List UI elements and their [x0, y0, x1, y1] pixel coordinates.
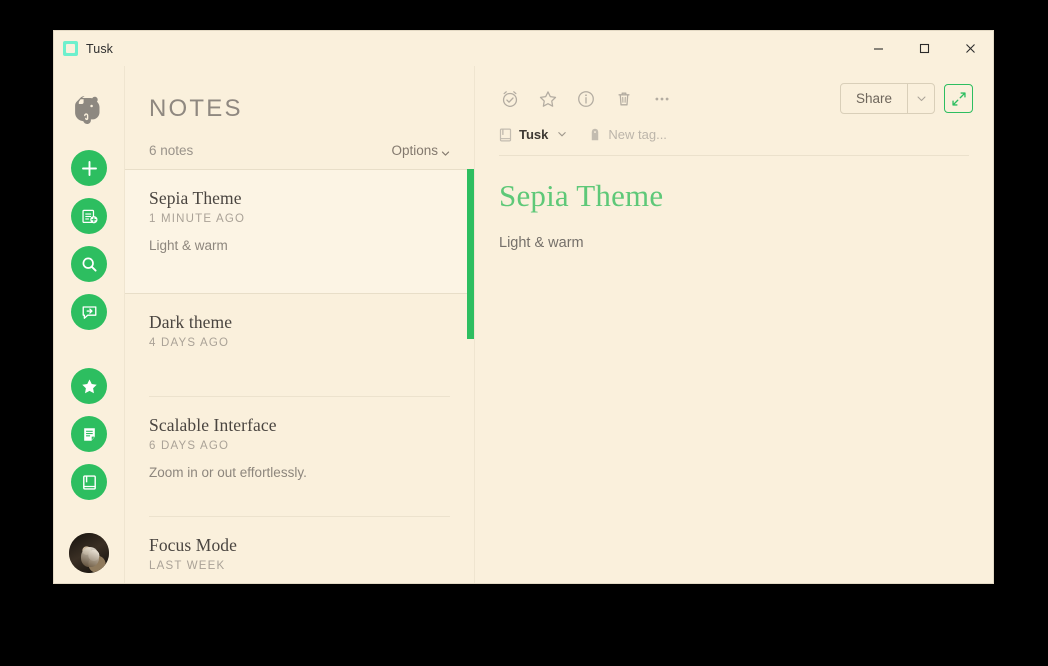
reminder-icon[interactable] [499, 88, 521, 110]
window-controls [855, 31, 993, 66]
options-button[interactable]: Options [391, 143, 450, 158]
notes-button[interactable] [71, 416, 107, 452]
note-item-title: Sepia Theme [149, 188, 242, 208]
note-content[interactable]: Sepia Theme Light & warm [475, 156, 993, 583]
list-item[interactable]: Dark theme 4 DAYS AGO [125, 294, 474, 396]
share-button[interactable]: Share [841, 84, 907, 113]
editor-tool-icons [499, 88, 673, 110]
note-item-date: 4 DAYS AGO [149, 337, 230, 349]
rail-primary-actions [71, 150, 107, 330]
list-item[interactable]: Sepia Theme 1 MINUTE AGO Light & warm [125, 169, 474, 294]
note-item-snippet: Zoom in or out effortlessly. [149, 465, 307, 480]
share-control-group: Share [839, 83, 935, 114]
new-notebook-button[interactable] [71, 198, 107, 234]
title-bar: Tusk [54, 31, 993, 66]
share-shortcut-button[interactable] [71, 294, 107, 330]
app-title: Tusk [86, 41, 114, 56]
maximize-button[interactable] [901, 31, 947, 66]
expand-arrows-icon [951, 91, 966, 106]
info-icon[interactable] [575, 88, 597, 110]
list-item[interactable]: Focus Mode LAST WEEK [125, 517, 474, 583]
trash-icon[interactable] [613, 88, 635, 110]
avatar-image [69, 533, 109, 573]
options-label: Options [391, 143, 438, 158]
note-item-date: LAST WEEK [149, 560, 226, 572]
note-list-header: NOTES 6 notes Options [125, 66, 474, 169]
note-item-date: 1 MINUTE AGO [149, 213, 246, 225]
evernote-elephant-logo [72, 93, 106, 127]
list-item[interactable]: Scalable Interface 6 DAYS AGO Zoom in or… [125, 397, 474, 516]
search-button[interactable] [71, 246, 107, 282]
tag-icon [589, 128, 601, 142]
tag-placeholder: New tag... [608, 127, 667, 142]
tag-input[interactable]: New tag... [589, 127, 667, 142]
notebook-name: Tusk [519, 127, 549, 142]
list-scrollbar-thumb[interactable] [467, 169, 474, 339]
close-button[interactable] [947, 31, 993, 66]
rail-navigation [71, 368, 107, 500]
minimize-button[interactable] [855, 31, 901, 66]
note-editor-panel: Share Tusk New tag... Sepia Theme Light … [475, 66, 993, 583]
title-bar-left: Tusk [63, 41, 113, 56]
star-icon[interactable] [537, 88, 559, 110]
note-count: 6 notes [149, 143, 194, 158]
notebooks-button[interactable] [71, 464, 107, 500]
note-list-scroll: Sepia Theme 1 MINUTE AGO Light & warm Da… [125, 169, 474, 583]
note-item-snippet: Light & warm [149, 238, 228, 253]
tusk-square-icon [63, 41, 78, 56]
more-options-icon[interactable] [651, 88, 673, 110]
note-item-title: Dark theme [149, 312, 233, 332]
window-body: NOTES 6 notes Options Sepia Theme 1 MINU… [54, 66, 993, 583]
shortcuts-button[interactable] [71, 368, 107, 404]
note-item-date: 6 DAYS AGO [149, 440, 230, 452]
left-rail [54, 66, 125, 583]
avatar[interactable] [69, 533, 109, 573]
new-note-button[interactable] [71, 150, 107, 186]
app-window: Tusk NOTES 6 notes Options Sepia Theme 1… [54, 31, 993, 583]
share-dropdown-button[interactable] [907, 84, 934, 113]
list-scrollbar[interactable] [467, 169, 474, 583]
chevron-down-icon [916, 96, 926, 102]
share-label: Share [855, 91, 892, 106]
note-list-panel: NOTES 6 notes Options Sepia Theme 1 MINU… [125, 66, 475, 583]
notebook-icon [499, 128, 512, 142]
editor-toolbar: Share [475, 66, 993, 114]
chevron-down-icon [441, 146, 450, 156]
note-meta-row: Tusk New tag... [475, 114, 993, 142]
note-heading[interactable]: Sepia Theme [499, 178, 969, 214]
note-item-title: Focus Mode [149, 535, 238, 555]
note-item-title: Scalable Interface [149, 415, 277, 435]
note-body-text[interactable]: Light & warm [499, 235, 969, 251]
editor-toolbar-right: Share [839, 83, 973, 114]
note-list-subheader: 6 notes Options [149, 143, 450, 169]
page-title: NOTES [149, 95, 243, 122]
chevron-down-icon [557, 127, 567, 142]
expand-button[interactable] [944, 84, 973, 113]
notebook-selector[interactable]: Tusk [499, 127, 567, 142]
